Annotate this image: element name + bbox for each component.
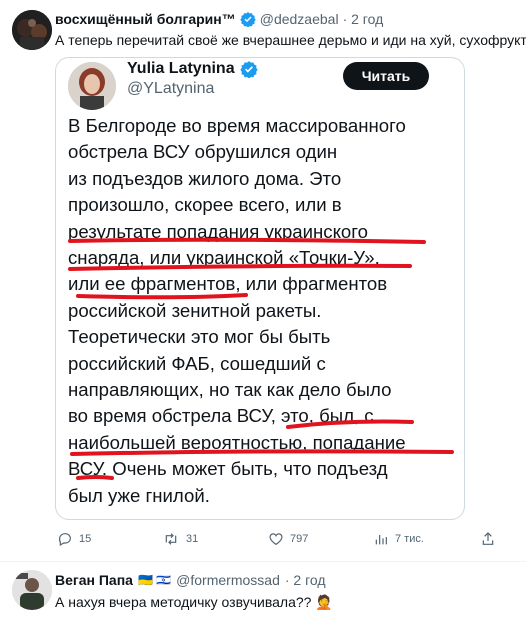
avatar-photo <box>12 10 52 50</box>
views-action[interactable]: 7 тис. <box>373 531 424 547</box>
reply-action[interactable]: 15 <box>57 531 91 547</box>
views-count: 7 тис. <box>395 533 424 545</box>
underline-mark <box>68 263 412 271</box>
author-avatar[interactable] <box>12 10 52 50</box>
reply-author-name[interactable]: Веган Папа <box>55 572 133 588</box>
red-underline-marks <box>68 237 454 480</box>
reply-avatar-photo <box>12 570 52 610</box>
like-action[interactable]: 797 <box>268 531 308 547</box>
heart-icon <box>269 533 283 546</box>
underline-mark <box>70 449 454 456</box>
underline-mark <box>76 293 248 300</box>
views-icon <box>375 535 387 545</box>
like-count: 797 <box>290 533 309 545</box>
post-header: восхищённый болгарин™ @dedzaebal · 2 год <box>55 11 383 27</box>
repost-icon <box>165 533 177 545</box>
verified-icon <box>240 11 256 27</box>
share-action[interactable] <box>480 531 496 547</box>
quoted-tweet-card[interactable]: Yulia Latynina @YLatynina Читать В Белго… <box>55 57 465 520</box>
underline-mark <box>76 475 114 480</box>
reply-author-handle[interactable]: @formermossad <box>176 572 280 588</box>
reply-header: Веган Папа 🇺🇦 🇮🇱 @formermossad · 2 год <box>55 572 326 588</box>
post-text: А теперь перечитай своё же вчерашнее дер… <box>55 32 526 48</box>
post-time[interactable]: · 2 год <box>343 11 384 27</box>
repost-count: 31 <box>186 533 199 545</box>
reply-text: А нахуя вчера методичку озвучивала?? 🤦 <box>55 594 333 610</box>
share-icon <box>482 532 494 545</box>
author-handle[interactable]: @dedzaebal <box>260 11 339 27</box>
author-name[interactable]: восхищённый болгарин™ <box>55 11 236 27</box>
repost-action[interactable]: 31 <box>162 531 198 547</box>
reply-icon <box>58 533 71 547</box>
reply-avatar[interactable] <box>12 570 52 610</box>
reply-count: 15 <box>79 533 92 545</box>
underline-mark <box>286 419 414 429</box>
divider <box>0 561 526 562</box>
reply-flags: 🇺🇦 🇮🇱 <box>137 573 172 587</box>
underline-mark <box>68 237 426 244</box>
reply-time[interactable]: · 2 год <box>285 572 326 588</box>
